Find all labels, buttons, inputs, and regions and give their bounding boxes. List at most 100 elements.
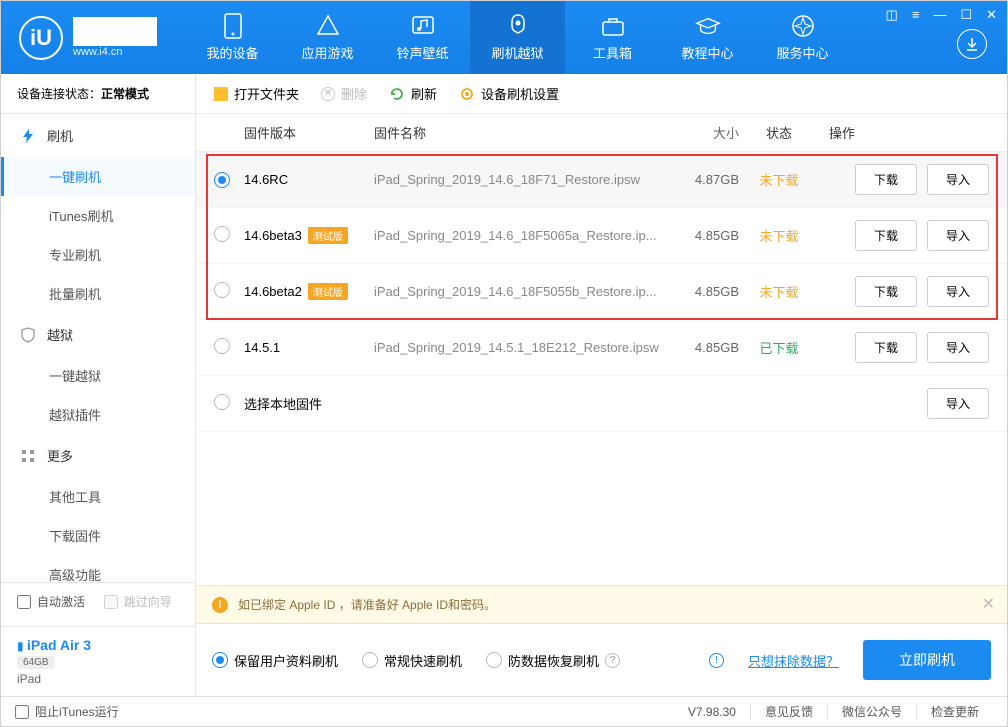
download-manager-button[interactable]: [957, 29, 987, 59]
update-button[interactable]: 检查更新: [916, 703, 993, 720]
app-site: www.i4.cn: [73, 46, 157, 58]
firmware-size: 4.87GB: [659, 172, 739, 187]
menu-icon[interactable]: ≡: [908, 5, 924, 25]
table-row-local: 选择本地固件 导入: [196, 376, 1007, 432]
refresh-icon: [389, 86, 405, 102]
beta-tag: 测试版: [308, 227, 348, 244]
sidebar-item-advanced[interactable]: 高级功能: [1, 555, 195, 582]
info-icon[interactable]: !: [709, 653, 724, 668]
app-title: 爱思助手: [73, 17, 157, 46]
nav-flash[interactable]: 刷机越狱: [470, 1, 565, 74]
sidebar-item-itunes-flash[interactable]: iTunes刷机: [1, 196, 195, 235]
firmware-radio[interactable]: [214, 282, 230, 298]
mode-radio[interactable]: [486, 652, 502, 668]
mode-radio[interactable]: [212, 652, 228, 668]
firmware-version: 14.6RC: [244, 172, 288, 187]
feedback-button[interactable]: 意见反馈: [750, 703, 827, 720]
skin-icon[interactable]: ◫: [882, 5, 902, 25]
window-controls: ◫ ≡ — ☐ ✕: [882, 5, 1001, 25]
firmware-status: 未下载: [739, 282, 819, 301]
folder-icon: [214, 87, 228, 101]
auto-activate-checkbox[interactable]: [17, 595, 31, 609]
nav-toolbox[interactable]: 工具箱: [565, 1, 660, 74]
top-nav: 我的设备 应用游戏 铃声壁纸 刷机越狱 工具箱 教程中心 服务中心: [185, 1, 850, 74]
nav-ringtone[interactable]: 铃声壁纸: [375, 1, 470, 74]
warning-icon: !: [212, 597, 228, 613]
erase-link[interactable]: 只想抹除数据？: [748, 651, 839, 670]
download-button[interactable]: 下载: [855, 276, 917, 307]
import-button[interactable]: 导入: [927, 332, 989, 363]
import-button[interactable]: 导入: [927, 220, 989, 251]
nav-service[interactable]: 服务中心: [755, 1, 850, 74]
import-button[interactable]: 导入: [927, 276, 989, 307]
table-row: 14.5.1 iPad_Spring_2019_14.5.1_18E212_Res…: [196, 320, 1007, 376]
mode-keep-data[interactable]: 保留用户资料刷机: [212, 651, 338, 670]
wechat-button[interactable]: 微信公众号: [827, 703, 916, 720]
flash-modes: 保留用户资料刷机 常规快速刷机 防数据恢复刷机? ! 只想抹除数据？ 立即刷机: [196, 624, 1007, 696]
help-icon[interactable]: ?: [605, 653, 620, 668]
table-row: 14.6beta2 测试版 iPad_Spring_2019_14.6_18F505…: [196, 264, 1007, 320]
sidebar-item-jb-plugins[interactable]: 越狱插件: [1, 395, 195, 434]
shield-icon: [19, 326, 37, 344]
download-button[interactable]: 下载: [855, 332, 917, 363]
sidebar-item-oneclick-jb[interactable]: 一键越狱: [1, 356, 195, 395]
skip-guide-checkbox[interactable]: [104, 595, 118, 609]
firmware-radio[interactable]: [214, 172, 230, 188]
nav-tutorial[interactable]: 教程中心: [660, 1, 755, 74]
settings-button[interactable]: 设备刷机设置: [459, 84, 559, 103]
block-itunes-checkbox[interactable]: [15, 705, 29, 719]
gear-icon: [459, 86, 475, 102]
app-header: iU 爱思助手 www.i4.cn 我的设备 应用游戏 铃声壁纸 刷机越狱 工具…: [1, 1, 1007, 74]
sidebar-section-more[interactable]: 更多: [1, 434, 195, 477]
nav-my-device[interactable]: 我的设备: [185, 1, 280, 74]
download-button[interactable]: 下载: [855, 220, 917, 251]
import-button[interactable]: 导入: [927, 388, 989, 419]
firmware-radio[interactable]: [214, 394, 230, 410]
firmware-name: iPad_Spring_2019_14.6_18F71_Restore.ipsw: [374, 172, 659, 187]
toolbar: 打开文件夹 ✕删除 刷新 设备刷机设置: [196, 74, 1007, 114]
sidebar: 设备连接状态：正常模式 刷机 一键刷机 iTunes刷机 专业刷机 批量刷机 越…: [1, 74, 196, 696]
delete-button[interactable]: ✕删除: [321, 84, 367, 103]
beta-tag: 测试版: [308, 283, 348, 300]
status-bar: 阻止iTunes运行 V7.98.30 意见反馈 微信公众号 检查更新: [1, 696, 1007, 726]
main-panel: 打开文件夹 ✕删除 刷新 设备刷机设置 固件版本 固件名称 大小 状态 操作 1…: [196, 74, 1007, 696]
maximize-icon[interactable]: ☐: [956, 5, 976, 25]
minimize-icon[interactable]: —: [929, 5, 950, 25]
sidebar-section-jailbreak[interactable]: 越狱: [1, 313, 195, 356]
firmware-status: 未下载: [739, 170, 819, 189]
table-header: 固件版本 固件名称 大小 状态 操作: [196, 114, 1007, 152]
logo-area: iU 爱思助手 www.i4.cn: [1, 16, 175, 60]
device-info: ▮ iPad Air 3 64GB iPad: [1, 626, 195, 696]
mode-fast[interactable]: 常规快速刷机: [362, 651, 462, 670]
firmware-version: 14.6beta2: [244, 284, 302, 299]
sidebar-item-batch-flash[interactable]: 批量刷机: [1, 274, 195, 313]
firmware-name: iPad_Spring_2019_14.6_18F5065a_Restore.i…: [374, 228, 659, 243]
sidebar-section-flash[interactable]: 刷机: [1, 114, 195, 157]
delete-icon: ✕: [321, 87, 335, 101]
sidebar-item-pro-flash[interactable]: 专业刷机: [1, 235, 195, 274]
nav-apps[interactable]: 应用游戏: [280, 1, 375, 74]
firmware-name: iPad_Spring_2019_14.6_18F5055b_Restore.i…: [374, 284, 659, 299]
mode-radio[interactable]: [362, 652, 378, 668]
firmware-size: 4.85GB: [659, 284, 739, 299]
firmware-name: iPad_Spring_2019_14.5.1_18E212_Restore.i…: [374, 340, 659, 355]
close-icon[interactable]: ✕: [982, 5, 1001, 25]
firmware-status: 已下载: [739, 338, 819, 357]
firmware-radio[interactable]: [214, 338, 230, 354]
open-folder-button[interactable]: 打开文件夹: [214, 84, 299, 103]
download-button[interactable]: 下载: [855, 164, 917, 195]
firmware-version: 14.5.1: [244, 340, 280, 355]
refresh-button[interactable]: 刷新: [389, 84, 437, 103]
firmware-radio[interactable]: [214, 226, 230, 242]
sidebar-item-download-fw[interactable]: 下载固件: [1, 516, 195, 555]
mode-anti-recovery[interactable]: 防数据恢复刷机?: [486, 651, 620, 670]
flash-now-button[interactable]: 立即刷机: [863, 640, 991, 680]
alert-close-button[interactable]: ✕: [982, 594, 995, 614]
logo-icon: iU: [19, 16, 63, 60]
sidebar-item-other-tools[interactable]: 其他工具: [1, 477, 195, 516]
flash-icon: [19, 127, 37, 145]
import-button[interactable]: 导入: [927, 164, 989, 195]
sidebar-item-oneclick-flash[interactable]: 一键刷机: [1, 157, 195, 196]
table-row: 14.6RC iPad_Spring_2019_14.6_18F71_Restor…: [196, 152, 1007, 208]
table-row: 14.6beta3测试版iPad_Spring_2019_14.6_18F506…: [196, 208, 1007, 264]
